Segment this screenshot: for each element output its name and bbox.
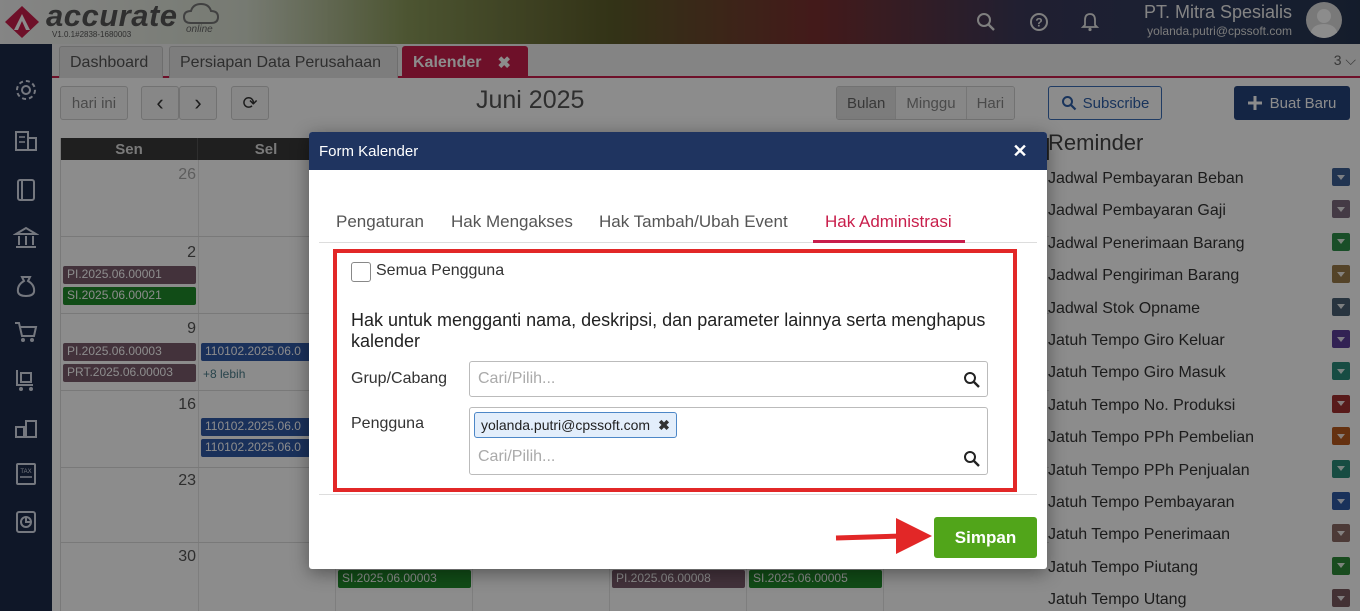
user-chip: yolanda.putri@cpssoft.com ✖	[474, 412, 677, 438]
group-label: Grup/Cabang	[351, 370, 448, 387]
all-users-checkbox[interactable]	[351, 262, 371, 282]
tab-hak-mengakses[interactable]: Hak Mengakses	[451, 212, 573, 232]
close-icon[interactable]: ✕	[1007, 138, 1033, 164]
search-icon[interactable]	[963, 450, 981, 468]
tab-hak-administrasi[interactable]: Hak Administrasi	[825, 212, 952, 232]
app-window: accurate online V1.0.1#2838-1680003 ? PT…	[0, 0, 1360, 611]
dialog-title: Form Kalender	[319, 142, 419, 160]
search-icon[interactable]	[963, 371, 981, 389]
group-search-input[interactable]: Cari/Pilih...	[469, 361, 988, 397]
user-chip-label: yolanda.putri@cpssoft.com	[481, 417, 651, 433]
form-kalender-dialog: Form Kalender ✕ Pengaturan Hak Mengakses…	[309, 132, 1047, 569]
remove-chip-icon[interactable]: ✖	[658, 417, 670, 434]
user-placeholder: Cari/Pilih...	[478, 448, 556, 465]
save-label: Simpan	[954, 527, 1017, 547]
annotation-arrow-icon	[835, 518, 932, 554]
dialog-footer-divider	[319, 494, 1037, 495]
dialog-tabs: Pengaturan Hak Mengakses Hak Tambah/Ubah…	[319, 204, 1037, 243]
dialog-header: Form Kalender ✕	[309, 132, 1047, 170]
permission-description: Hak untuk mengganti nama, deskripsi, dan…	[351, 310, 986, 351]
save-button[interactable]: Simpan	[934, 517, 1037, 558]
all-users-label: Semua Pengguna	[376, 262, 505, 279]
group-placeholder: Cari/Pilih...	[478, 370, 556, 387]
active-tab-indicator	[813, 240, 965, 243]
user-label: Pengguna	[351, 415, 424, 432]
tab-pengaturan[interactable]: Pengaturan	[336, 212, 424, 232]
tab-hak-tambah-ubah-event[interactable]: Hak Tambah/Ubah Event	[599, 212, 788, 232]
user-search-input[interactable]: yolanda.putri@cpssoft.com ✖ Cari/Pilih..…	[469, 407, 988, 475]
